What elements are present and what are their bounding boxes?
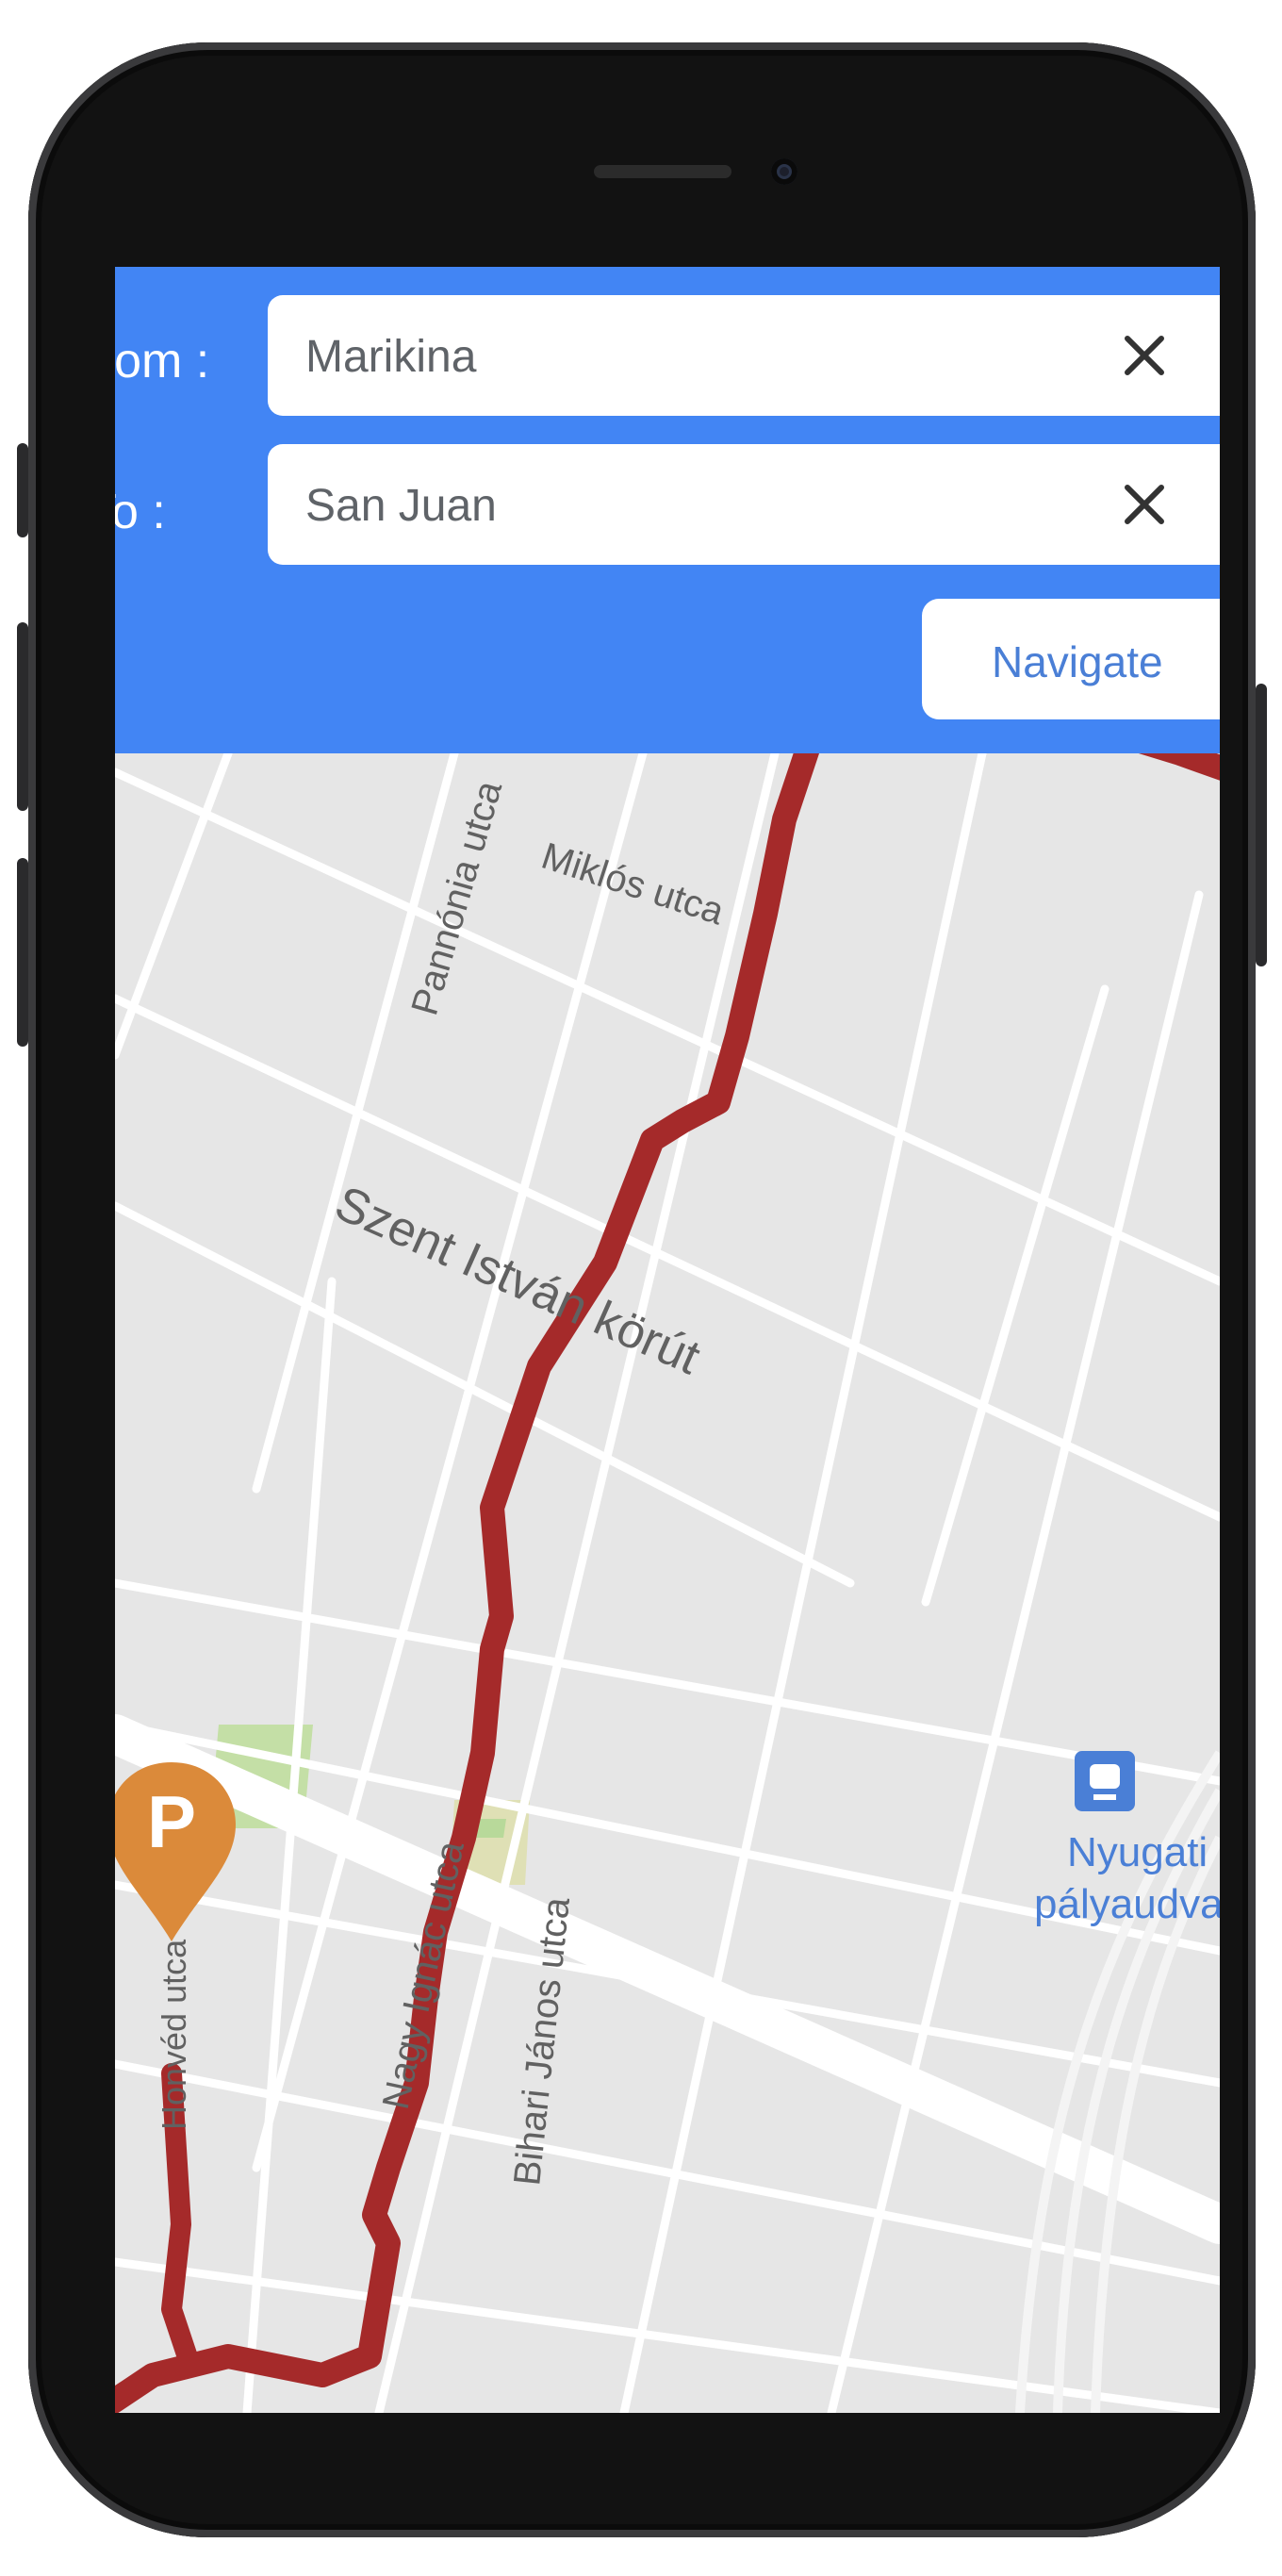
volume-up-button	[17, 622, 28, 811]
navigate-button-label: Navigate	[992, 637, 1163, 686]
navigate-button[interactable]: Navigate	[922, 599, 1220, 719]
power-button	[1256, 684, 1267, 966]
to-field[interactable]: San Juan	[268, 444, 1220, 565]
from-input-value[interactable]: Marikina	[305, 331, 476, 383]
speaker-grille	[594, 165, 731, 178]
phone-frame: P Nyugati pályaudvar Pannónia utca Szent…	[17, 42, 1267, 2537]
close-icon[interactable]	[1116, 327, 1173, 384]
app-screen: P Nyugati pályaudvar Pannónia utca Szent…	[115, 267, 1220, 2413]
train-station-icon	[1075, 1751, 1135, 1811]
front-camera	[771, 158, 797, 185]
from-label: From :	[115, 334, 210, 388]
silent-switch	[17, 443, 28, 537]
street-label-honved: Honvéd utca	[155, 1939, 193, 2130]
poi-name-line2: pályaudvar	[1034, 1881, 1220, 1927]
parking-marker-label: P	[147, 1780, 196, 1863]
to-label: To :	[115, 485, 166, 539]
from-field[interactable]: Marikina	[268, 295, 1220, 416]
route-form-header: From : Marikina To : San Juan Navigate	[115, 267, 1220, 753]
volume-down-button	[17, 858, 28, 1047]
map-view[interactable]: P Nyugati pályaudvar Pannónia utca Szent…	[115, 753, 1220, 2413]
to-input-value[interactable]: San Juan	[305, 480, 497, 532]
poi-name-line1: Nyugati	[1067, 1829, 1208, 1875]
close-icon[interactable]	[1116, 476, 1173, 533]
